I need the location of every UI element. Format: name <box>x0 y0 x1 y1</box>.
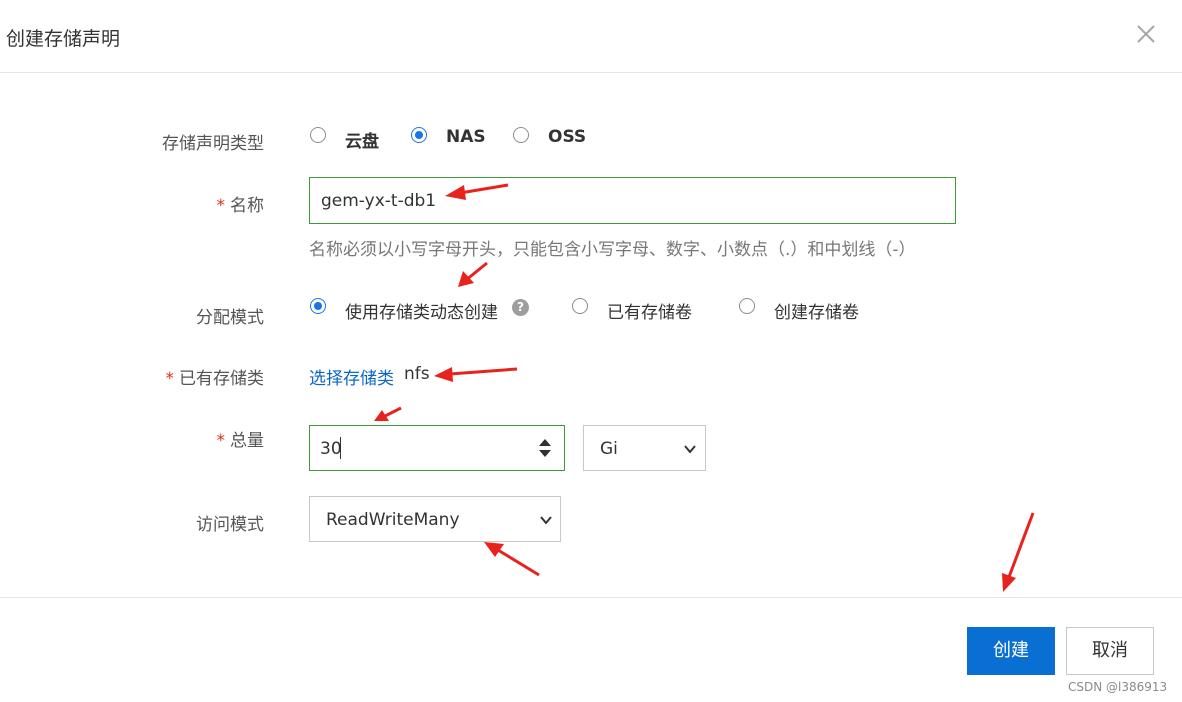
allocation-radio-dynamic[interactable] <box>310 298 326 314</box>
access-mode-value: ReadWriteMany <box>326 510 460 530</box>
capacity-unit-select[interactable]: Gi <box>583 425 706 471</box>
required-mark: * <box>165 369 175 389</box>
close-button[interactable] <box>1134 22 1158 46</box>
dialog-header: 创建存储声明 <box>0 0 1182 73</box>
type-option-disk[interactable]: 云盘 <box>345 127 379 152</box>
required-mark: * <box>216 196 226 216</box>
watermark: CSDN @l386913 <box>1068 680 1168 694</box>
type-option-nas[interactable]: NAS <box>446 127 486 147</box>
access-mode-label: 访问模式 <box>196 515 264 535</box>
capacity-label: * 总量 <box>216 431 265 451</box>
name-hint: 名称必须以小写字母开头，只能包含小写字母、数字、小数点（.）和中划线（-） <box>309 240 916 260</box>
allocation-radio-existing[interactable] <box>572 298 588 314</box>
annotation-arrow <box>434 367 518 382</box>
storage-class-value: nfs <box>404 364 430 384</box>
footer-divider <box>0 597 1182 598</box>
allocation-option-existing[interactable]: 已有存储卷 <box>607 298 692 323</box>
capacity-input[interactable]: 30 <box>309 425 565 471</box>
annotation-arrow <box>458 261 488 287</box>
select-storage-class-link[interactable]: 选择存储类 <box>309 364 394 389</box>
create-button[interactable]: 创建 <box>967 627 1055 675</box>
type-radio-nas[interactable] <box>411 127 427 143</box>
annotation-arrow <box>1002 512 1035 592</box>
chevron-down-icon <box>684 445 696 454</box>
annotation-arrow <box>374 406 402 421</box>
chevron-down-icon <box>540 516 552 525</box>
help-icon[interactable]: ? <box>512 299 529 316</box>
name-input[interactable]: gem-yx-t-db1 <box>309 177 956 224</box>
allocation-option-create[interactable]: 创建存储卷 <box>774 298 859 323</box>
type-radio-oss[interactable] <box>513 127 529 143</box>
close-icon[interactable] <box>1134 22 1158 46</box>
storage-class-label: * 已有存储类 <box>165 369 265 389</box>
type-radio-disk[interactable] <box>310 127 326 143</box>
required-mark: * <box>216 431 226 451</box>
cancel-button[interactable]: 取消 <box>1066 627 1154 675</box>
dialog-title: 创建存储声明 <box>6 28 121 50</box>
type-option-oss[interactable]: OSS <box>548 127 586 147</box>
allocation-option-dynamic[interactable]: 使用存储类动态创建 <box>345 298 498 323</box>
spinner-icon[interactable] <box>536 435 554 461</box>
allocation-label: 分配模式 <box>196 308 264 328</box>
text-caret <box>340 437 341 459</box>
access-mode-select[interactable]: ReadWriteMany <box>309 496 561 542</box>
capacity-value[interactable]: 30 <box>320 439 342 459</box>
capacity-unit-value: Gi <box>600 439 618 459</box>
annotation-arrow <box>484 542 540 577</box>
allocation-radio-create[interactable] <box>739 298 755 314</box>
name-input-value[interactable]: gem-yx-t-db1 <box>321 191 436 211</box>
name-label: * 名称 <box>216 196 265 216</box>
type-label: 存储声明类型 <box>162 134 264 154</box>
